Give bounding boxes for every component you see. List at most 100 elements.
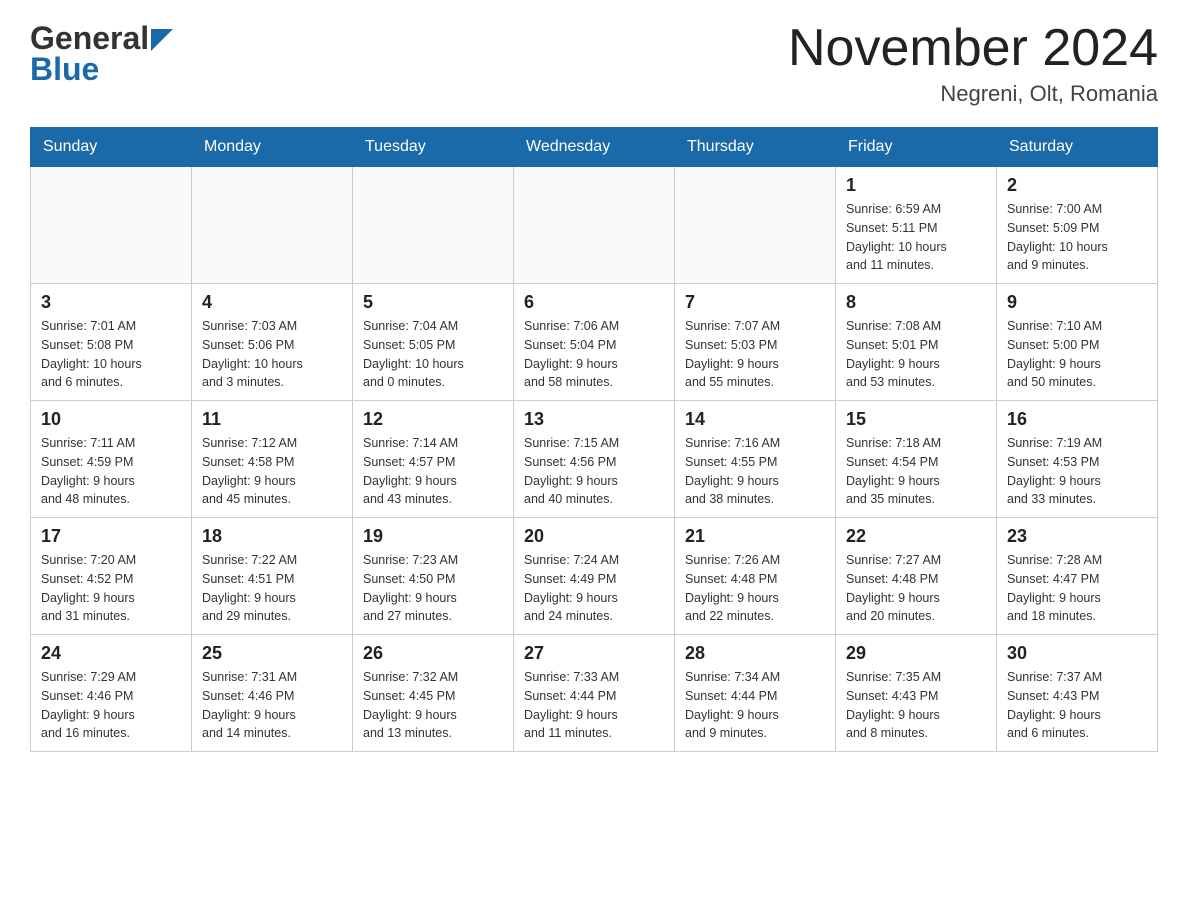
calendar-table: SundayMondayTuesdayWednesdayThursdayFrid… — [30, 127, 1158, 752]
day-number: 17 — [41, 526, 181, 547]
calendar-cell: 22Sunrise: 7:27 AM Sunset: 4:48 PM Dayli… — [836, 518, 997, 635]
calendar-cell: 17 Sunrise: 7:20 AM Sunset: 4:52 PM Dayli… — [31, 518, 192, 635]
day-number: 13 — [524, 409, 664, 430]
calendar-header-wednesday: Wednesday — [514, 128, 675, 167]
day-info: Sunrise: 7:16 AM Sunset: 4:55 PM Dayligh… — [685, 434, 825, 509]
logo-blue: Blue — [30, 51, 99, 88]
calendar-cell: 6 Sunrise: 7:06 AM Sunset: 5:04 PM Daylig… — [514, 284, 675, 401]
calendar-week-row: 3 Sunrise: 7:01 AM Sunset: 5:08 PM Daylig… — [31, 284, 1158, 401]
day-number: 16 — [1007, 409, 1147, 430]
calendar-cell — [353, 167, 514, 284]
calendar-cell: 11 Sunrise: 7:12 AM Sunset: 4:58 PM Dayli… — [192, 401, 353, 518]
day-info: Sunrise: 6:59 AM Sunset: 5:11 PM Dayligh… — [846, 200, 986, 275]
day-number: 19 — [363, 526, 503, 547]
title-area: November 2024 Negreni, Olt, Romania — [788, 20, 1158, 107]
day-info: Sunrise: 7:24 AM Sunset: 4:49 PM Dayligh… — [524, 551, 664, 626]
day-info: Sunrise: 7:31 AM Sunset: 4:46 PM Dayligh… — [202, 668, 342, 743]
day-number: 2 — [1007, 175, 1147, 196]
day-info: Sunrise: 7:35 AM Sunset: 4:43 PM Dayligh… — [846, 668, 986, 743]
day-info: Sunrise: 7:27 AM Sunset: 4:48 PM Dayligh… — [846, 551, 986, 626]
day-info: Sunrise: 7:04 AM Sunset: 5:05 PM Dayligh… — [363, 317, 503, 392]
day-number: 12 — [363, 409, 503, 430]
day-info: Sunrise: 7:20 AM Sunset: 4:52 PM Dayligh… — [41, 551, 181, 626]
calendar-cell — [192, 167, 353, 284]
calendar-cell: 28Sunrise: 7:34 AM Sunset: 4:44 PM Dayli… — [675, 635, 836, 752]
calendar-header-friday: Friday — [836, 128, 997, 167]
day-info: Sunrise: 7:11 AM Sunset: 4:59 PM Dayligh… — [41, 434, 181, 509]
calendar-cell: 3 Sunrise: 7:01 AM Sunset: 5:08 PM Daylig… — [31, 284, 192, 401]
day-number: 20 — [524, 526, 664, 547]
day-number: 26 — [363, 643, 503, 664]
calendar-cell: 30Sunrise: 7:37 AM Sunset: 4:43 PM Dayli… — [997, 635, 1158, 752]
day-number: 6 — [524, 292, 664, 313]
calendar-header-sunday: Sunday — [31, 128, 192, 167]
calendar-week-row: 1 Sunrise: 6:59 AM Sunset: 5:11 PM Daylig… — [31, 167, 1158, 284]
day-number: 25 — [202, 643, 342, 664]
calendar-cell: 27 Sunrise: 7:33 AM Sunset: 4:44 PM Dayli… — [514, 635, 675, 752]
day-number: 24 — [41, 643, 181, 664]
day-number: 11 — [202, 409, 342, 430]
calendar-cell: 23 Sunrise: 7:28 AM Sunset: 4:47 PM Dayli… — [997, 518, 1158, 635]
calendar-header-thursday: Thursday — [675, 128, 836, 167]
day-info: Sunrise: 7:08 AM Sunset: 5:01 PM Dayligh… — [846, 317, 986, 392]
calendar-cell — [31, 167, 192, 284]
day-number: 5 — [363, 292, 503, 313]
month-title: November 2024 — [788, 20, 1158, 77]
day-number: 30 — [1007, 643, 1147, 664]
day-info: Sunrise: 7:22 AM Sunset: 4:51 PM Dayligh… — [202, 551, 342, 626]
day-info: Sunrise: 7:10 AM Sunset: 5:00 PM Dayligh… — [1007, 317, 1147, 392]
day-number: 4 — [202, 292, 342, 313]
day-info: Sunrise: 7:18 AM Sunset: 4:54 PM Dayligh… — [846, 434, 986, 509]
day-info: Sunrise: 7:33 AM Sunset: 4:44 PM Dayligh… — [524, 668, 664, 743]
logo: General Blue — [30, 20, 173, 88]
calendar-cell: 29Sunrise: 7:35 AM Sunset: 4:43 PM Dayli… — [836, 635, 997, 752]
calendar-cell: 15 Sunrise: 7:18 AM Sunset: 4:54 PM Dayli… — [836, 401, 997, 518]
calendar-cell: 5 Sunrise: 7:04 AM Sunset: 5:05 PM Daylig… — [353, 284, 514, 401]
day-info: Sunrise: 7:14 AM Sunset: 4:57 PM Dayligh… — [363, 434, 503, 509]
calendar-cell — [675, 167, 836, 284]
calendar-cell: 8 Sunrise: 7:08 AM Sunset: 5:01 PM Daylig… — [836, 284, 997, 401]
calendar-cell: 26Sunrise: 7:32 AM Sunset: 4:45 PM Dayli… — [353, 635, 514, 752]
calendar-cell: 16Sunrise: 7:19 AM Sunset: 4:53 PM Dayli… — [997, 401, 1158, 518]
day-info: Sunrise: 7:28 AM Sunset: 4:47 PM Dayligh… — [1007, 551, 1147, 626]
calendar-cell: 18Sunrise: 7:22 AM Sunset: 4:51 PM Dayli… — [192, 518, 353, 635]
logo-arrow-icon — [151, 29, 173, 51]
calendar-cell: 4 Sunrise: 7:03 AM Sunset: 5:06 PM Daylig… — [192, 284, 353, 401]
day-info: Sunrise: 7:34 AM Sunset: 4:44 PM Dayligh… — [685, 668, 825, 743]
calendar-cell: 12 Sunrise: 7:14 AM Sunset: 4:57 PM Dayli… — [353, 401, 514, 518]
location-subtitle: Negreni, Olt, Romania — [788, 81, 1158, 107]
calendar-header-saturday: Saturday — [997, 128, 1158, 167]
day-number: 15 — [846, 409, 986, 430]
day-info: Sunrise: 7:01 AM Sunset: 5:08 PM Dayligh… — [41, 317, 181, 392]
calendar-cell: 21 Sunrise: 7:26 AM Sunset: 4:48 PM Dayli… — [675, 518, 836, 635]
calendar-cell: 1 Sunrise: 6:59 AM Sunset: 5:11 PM Daylig… — [836, 167, 997, 284]
calendar-header-row: SundayMondayTuesdayWednesdayThursdayFrid… — [31, 128, 1158, 167]
day-info: Sunrise: 7:29 AM Sunset: 4:46 PM Dayligh… — [41, 668, 181, 743]
calendar-week-row: 24 Sunrise: 7:29 AM Sunset: 4:46 PM Dayli… — [31, 635, 1158, 752]
day-number: 3 — [41, 292, 181, 313]
day-number: 23 — [1007, 526, 1147, 547]
day-info: Sunrise: 7:00 AM Sunset: 5:09 PM Dayligh… — [1007, 200, 1147, 275]
calendar-week-row: 10 Sunrise: 7:11 AM Sunset: 4:59 PM Dayli… — [31, 401, 1158, 518]
calendar-header-tuesday: Tuesday — [353, 128, 514, 167]
calendar-cell: 10 Sunrise: 7:11 AM Sunset: 4:59 PM Dayli… — [31, 401, 192, 518]
day-number: 9 — [1007, 292, 1147, 313]
day-info: Sunrise: 7:07 AM Sunset: 5:03 PM Dayligh… — [685, 317, 825, 392]
day-info: Sunrise: 7:03 AM Sunset: 5:06 PM Dayligh… — [202, 317, 342, 392]
calendar-cell: 25 Sunrise: 7:31 AM Sunset: 4:46 PM Dayli… — [192, 635, 353, 752]
day-info: Sunrise: 7:06 AM Sunset: 5:04 PM Dayligh… — [524, 317, 664, 392]
calendar-cell — [514, 167, 675, 284]
day-info: Sunrise: 7:26 AM Sunset: 4:48 PM Dayligh… — [685, 551, 825, 626]
calendar-cell: 19Sunrise: 7:23 AM Sunset: 4:50 PM Dayli… — [353, 518, 514, 635]
calendar-header-monday: Monday — [192, 128, 353, 167]
calendar-cell: 7Sunrise: 7:07 AM Sunset: 5:03 PM Daylig… — [675, 284, 836, 401]
day-number: 21 — [685, 526, 825, 547]
day-number: 8 — [846, 292, 986, 313]
calendar-cell: 9 Sunrise: 7:10 AM Sunset: 5:00 PM Daylig… — [997, 284, 1158, 401]
calendar-cell: 14Sunrise: 7:16 AM Sunset: 4:55 PM Dayli… — [675, 401, 836, 518]
day-number: 10 — [41, 409, 181, 430]
day-number: 27 — [524, 643, 664, 664]
day-info: Sunrise: 7:12 AM Sunset: 4:58 PM Dayligh… — [202, 434, 342, 509]
calendar-week-row: 17 Sunrise: 7:20 AM Sunset: 4:52 PM Dayli… — [31, 518, 1158, 635]
day-number: 1 — [846, 175, 986, 196]
